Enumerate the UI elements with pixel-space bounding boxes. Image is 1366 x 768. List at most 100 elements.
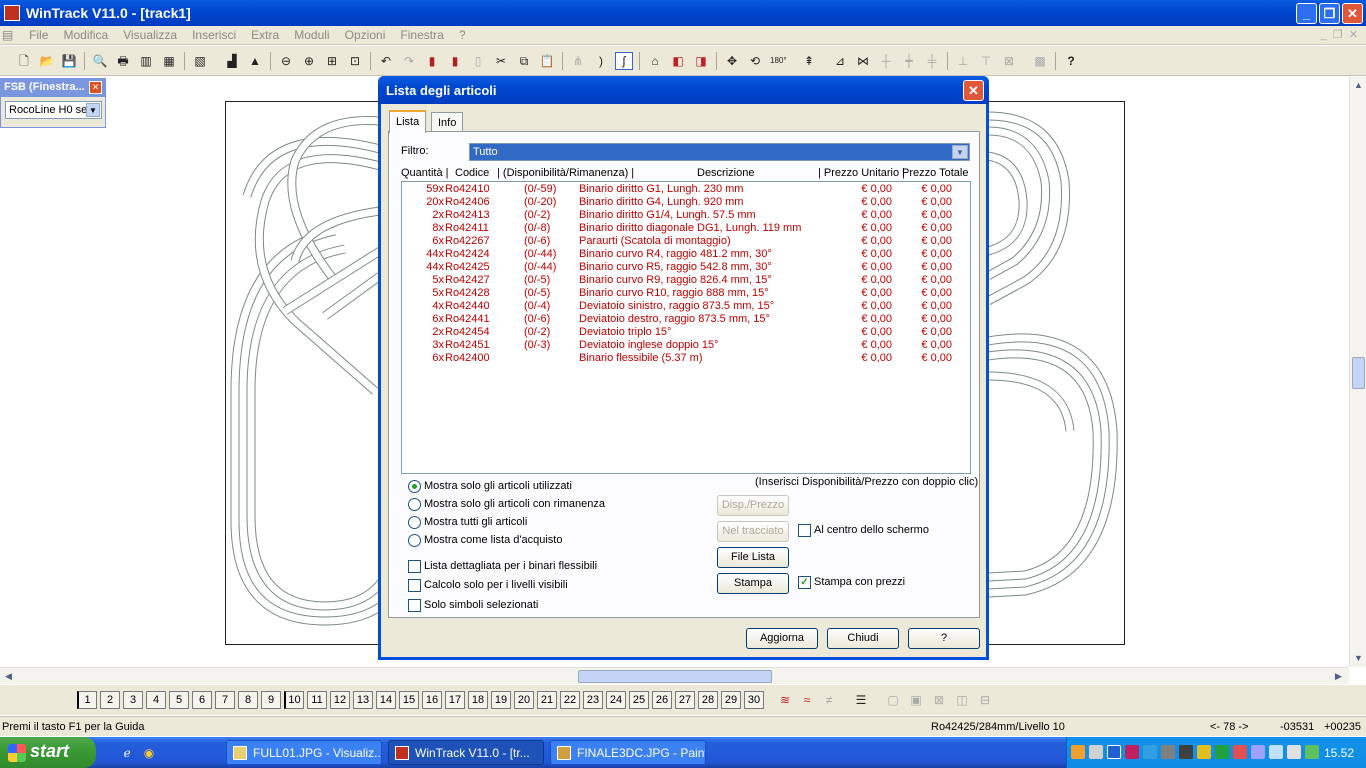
layer-move-icon[interactable]: ≠ bbox=[820, 691, 838, 709]
fsb-library-select[interactable]: RocoLine H0 se ▼ bbox=[5, 101, 102, 119]
layer-button-21[interactable]: 21 bbox=[537, 691, 557, 709]
radio-used-only-label[interactable]: Mostra solo gli articoli utilizzati bbox=[424, 480, 572, 492]
tray-icon-11[interactable] bbox=[1251, 745, 1265, 759]
menu-finestra[interactable]: Finestra bbox=[394, 26, 449, 44]
table-row[interactable]: 6x Ro42441 (0/-6) Deviatoio destro, raggio … bbox=[402, 313, 970, 326]
radio-used-only[interactable] bbox=[408, 480, 421, 493]
layer-button-4[interactable]: 4 bbox=[146, 691, 166, 709]
undo-icon[interactable]: ↶ bbox=[377, 52, 395, 70]
table-row[interactable]: 5x Ro42428 (0/-5) Binario curvo R10, raggio… bbox=[402, 287, 970, 300]
view-icon-5[interactable]: ⊟ bbox=[976, 691, 994, 709]
checkbox-center-screen-label[interactable]: Al centro dello schermo bbox=[814, 524, 929, 536]
measure-icon[interactable]: ⊿ bbox=[831, 52, 849, 70]
horizontal-scrollbar[interactable]: ◀ ▶ bbox=[0, 667, 1349, 684]
layer-color-icon[interactable]: ≋ bbox=[776, 691, 794, 709]
vertical-scrollbar[interactable]: ▲ ▼ bbox=[1349, 77, 1366, 667]
layer-button-14[interactable]: 14 bbox=[376, 691, 396, 709]
layer-button-3[interactable]: 3 bbox=[123, 691, 143, 709]
split-icon[interactable]: ┿ bbox=[900, 52, 918, 70]
scroll-right-icon[interactable]: ▶ bbox=[1330, 668, 1347, 685]
layer-button-22[interactable]: 22 bbox=[560, 691, 580, 709]
radio-shopping-list-label[interactable]: Mostra come lista d'acquisto bbox=[424, 534, 562, 546]
layer-button-24[interactable]: 24 bbox=[606, 691, 626, 709]
tray-icon-10[interactable] bbox=[1233, 745, 1247, 759]
view-icon-2[interactable]: ▣ bbox=[907, 691, 925, 709]
menu-file[interactable]: File bbox=[23, 26, 54, 44]
chart-icon[interactable]: ▟ bbox=[223, 52, 241, 70]
zoom-all-icon[interactable]: ⊡ bbox=[346, 52, 364, 70]
align-icon[interactable]: ╪ bbox=[923, 52, 941, 70]
radio-all-articles[interactable] bbox=[408, 516, 421, 529]
switch-track-icon[interactable]: ⋔ bbox=[569, 52, 587, 70]
printer-setup-icon[interactable]: ▥ bbox=[137, 52, 155, 70]
tab-lista[interactable]: Lista bbox=[389, 110, 427, 133]
layer-button-18[interactable]: 18 bbox=[468, 691, 488, 709]
context-help-icon[interactable]: ? bbox=[1062, 52, 1080, 70]
update-button[interactable]: Aggiorna bbox=[746, 628, 818, 649]
col-description[interactable]: Descrizione bbox=[697, 167, 754, 179]
tray-icon-8[interactable] bbox=[1197, 745, 1211, 759]
building-icon[interactable]: ⌂ bbox=[646, 52, 664, 70]
layer-button-30[interactable]: 30 bbox=[744, 691, 764, 709]
menu-moduli[interactable]: Moduli bbox=[288, 26, 335, 44]
tray-icon-6[interactable] bbox=[1161, 745, 1175, 759]
tray-icon-7[interactable] bbox=[1179, 745, 1193, 759]
catalog3-icon[interactable]: ▯ bbox=[469, 52, 487, 70]
file-list-button[interactable]: File Lista bbox=[717, 547, 789, 568]
layer-button-6[interactable]: 6 bbox=[192, 691, 212, 709]
col-availability[interactable]: | (Disponibilità/Rimanenza) | bbox=[497, 167, 634, 179]
scroll-down-icon[interactable]: ▼ bbox=[1350, 650, 1366, 667]
view-icon-1[interactable]: ▢ bbox=[884, 691, 902, 709]
grid-icon[interactable]: ▩ bbox=[1031, 52, 1049, 70]
checkbox-detailed-flex[interactable] bbox=[408, 560, 421, 573]
layer-button-15[interactable]: 15 bbox=[399, 691, 419, 709]
network-icon[interactable] bbox=[1269, 745, 1283, 759]
volume-icon[interactable] bbox=[1287, 745, 1301, 759]
print-preview-icon[interactable]: 🔍 bbox=[91, 52, 109, 70]
checkbox-center-screen[interactable] bbox=[798, 524, 811, 537]
layer-button-7[interactable]: 7 bbox=[215, 691, 235, 709]
checkbox-visible-layers[interactable] bbox=[408, 579, 421, 592]
close-button[interactable]: ✕ bbox=[1342, 3, 1363, 24]
maximize-button[interactable]: ❐ bbox=[1319, 3, 1340, 24]
layer-button-20[interactable]: 20 bbox=[514, 691, 534, 709]
layer-button-27[interactable]: 27 bbox=[675, 691, 695, 709]
table-row[interactable]: 8x Ro42411 (0/-8) Binario diritto diagonale… bbox=[402, 222, 970, 235]
scroll-left-icon[interactable]: ◀ bbox=[0, 668, 17, 685]
radio-with-remainder-label[interactable]: Mostra solo gli articoli con rimanenza bbox=[424, 498, 605, 510]
close-dialog-button[interactable]: Chiudi bbox=[827, 628, 899, 649]
col-unit-price[interactable]: | Prezzo Unitario | bbox=[818, 167, 905, 179]
layer-button-2[interactable]: 2 bbox=[100, 691, 120, 709]
redo-icon[interactable]: ↷ bbox=[400, 52, 418, 70]
layer-button-29[interactable]: 29 bbox=[721, 691, 741, 709]
table-row[interactable]: 6x Ro42267 (0/-6) Paraurti (Scatola di mont… bbox=[402, 235, 970, 248]
menu-help[interactable]: ? bbox=[453, 26, 472, 44]
tab-info[interactable]: Info bbox=[431, 112, 464, 133]
chrome-icon[interactable]: ◉ bbox=[140, 744, 158, 762]
menu-opzioni[interactable]: Opzioni bbox=[339, 26, 392, 44]
layer-button-1[interactable]: 1 bbox=[77, 691, 97, 709]
layer-edit-icon[interactable]: ≈ bbox=[798, 691, 816, 709]
terrain2-icon[interactable]: ⊤ bbox=[977, 52, 995, 70]
print-icon[interactable]: 🖶 bbox=[114, 52, 132, 70]
layer-button-12[interactable]: 12 bbox=[330, 691, 350, 709]
rotate-180-icon[interactable]: 180° bbox=[769, 52, 787, 70]
checkbox-print-prices-label[interactable]: Stampa con prezzi bbox=[814, 576, 905, 588]
checkbox-detailed-flex-label[interactable]: Lista dettagliata per i binari flessibil… bbox=[424, 560, 597, 572]
layer-button-10[interactable]: 10 bbox=[284, 691, 304, 709]
dialog-close-button[interactable]: ✕ bbox=[963, 80, 984, 101]
tray-icon-1[interactable] bbox=[1071, 745, 1085, 759]
disp-price-button[interactable]: Disp./Prezzo bbox=[717, 495, 789, 516]
join-icon[interactable]: ┼ bbox=[877, 52, 895, 70]
task-wintrack[interactable]: WinTrack V11.0 - [tr... bbox=[388, 740, 544, 765]
ie-icon[interactable]: ℯ bbox=[118, 744, 136, 762]
new-file-icon[interactable]: 🗋 bbox=[15, 52, 33, 70]
table-row[interactable]: 4x Ro42440 (0/-4) Deviatoio sinistro, raggi… bbox=[402, 300, 970, 313]
landscape-icon[interactable]: ▲ bbox=[246, 52, 264, 70]
copy-icon[interactable]: ⧉ bbox=[515, 52, 533, 70]
signal2-icon[interactable]: ◨ bbox=[692, 52, 710, 70]
print-button[interactable]: Stampa bbox=[717, 573, 789, 594]
checkbox-selected-symbols-label[interactable]: Solo simboli selezionati bbox=[424, 599, 538, 611]
layer-button-11[interactable]: 11 bbox=[307, 691, 327, 709]
layer-button-26[interactable]: 26 bbox=[652, 691, 672, 709]
